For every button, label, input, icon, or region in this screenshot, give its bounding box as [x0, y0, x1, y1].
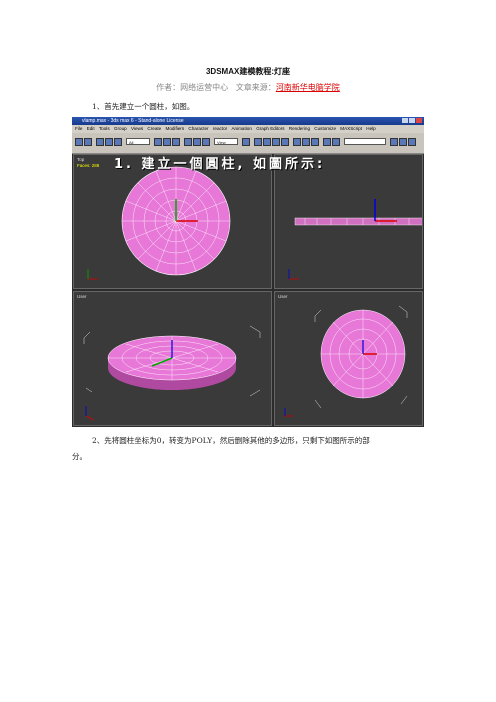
close-icon[interactable] [416, 118, 422, 123]
link-icon[interactable] [96, 138, 104, 146]
menu-character[interactable]: Character [188, 126, 208, 131]
undo-icon[interactable] [75, 138, 83, 146]
maximize-icon[interactable] [409, 118, 415, 123]
region-icon[interactable] [172, 138, 180, 146]
activeshade-icon[interactable] [408, 138, 416, 146]
step-1-text: 1、首先建立一个圆柱，如图。 [92, 102, 195, 111]
menu-create[interactable]: Create [147, 126, 161, 131]
menu-help[interactable]: Help [366, 126, 375, 131]
window-title: vlamp.max - 3ds max 6 - Stand-alone Lice… [82, 118, 184, 124]
menu-group[interactable]: Group [114, 126, 127, 131]
select-by-name-icon[interactable] [163, 138, 171, 146]
viewport-top[interactable]: Top Faces: 288 [73, 154, 272, 289]
layer-icon[interactable] [293, 138, 301, 146]
menu-customize[interactable]: Customize [314, 126, 336, 131]
main-toolbar: All View [72, 133, 424, 154]
doc-meta: 作者：网络运营中心 文章来源：河南新华电脑学院 [0, 82, 496, 93]
menu-tools[interactable]: Tools [99, 126, 110, 131]
pivot-icon[interactable] [242, 138, 250, 146]
menu-bar: File Edit Tools Group Views Create Modif… [72, 125, 424, 133]
max-screenshot: vlamp.max - 3ds max 6 - Stand-alone Lice… [72, 117, 424, 427]
overlay-caption: 1. 建立一個圓柱, 如圖所示: [114, 157, 326, 172]
select-icon[interactable] [154, 138, 162, 146]
menu-animation[interactable]: Animation [231, 126, 251, 131]
mirror-icon[interactable] [254, 138, 262, 146]
rotate-icon[interactable] [193, 138, 201, 146]
menu-graph-editors[interactable]: Graph Editors [256, 126, 284, 131]
source-label: 文章来源： [235, 83, 276, 92]
material-editor-icon[interactable] [323, 138, 331, 146]
step-2-text-cont: 分。 [72, 452, 87, 461]
selection-filter-dropdown[interactable]: All [126, 138, 150, 145]
window-titlebar: vlamp.max - 3ds max 6 - Stand-alone Lice… [72, 117, 424, 125]
quick-render-icon[interactable] [390, 138, 398, 146]
menu-file[interactable]: File [75, 126, 82, 131]
menu-maxscript[interactable]: MAXScript [340, 126, 362, 131]
named-selection-dropdown[interactable] [344, 138, 386, 145]
reference-coord-dropdown[interactable]: View [214, 138, 238, 145]
top-view-cylinder [87, 166, 231, 280]
source-link[interactable]: 河南新华电脑学院 [276, 83, 340, 92]
viewport-user-left[interactable]: User [73, 291, 272, 426]
user-view-cylinder [83, 325, 261, 421]
minimize-icon[interactable] [402, 118, 408, 123]
schematic-icon[interactable] [311, 138, 319, 146]
front-view-cylinder [288, 199, 422, 280]
curve-editor-icon[interactable] [302, 138, 310, 146]
author-label: 作者：网络运营中心 [156, 83, 229, 92]
render-icon[interactable] [332, 138, 340, 146]
unlink-icon[interactable] [105, 138, 113, 146]
redo-icon[interactable] [84, 138, 92, 146]
scale-icon[interactable] [202, 138, 210, 146]
snap-icon[interactable] [272, 138, 280, 146]
menu-modifiers[interactable]: Modifiers [166, 126, 185, 131]
viewport-user-right[interactable]: User [274, 291, 423, 426]
doc-title: 3DSMAX建模教程:灯座 [205, 67, 290, 76]
viewport-front[interactable] [274, 154, 423, 289]
menu-edit[interactable]: Edit [87, 126, 95, 131]
render-last-icon[interactable] [399, 138, 407, 146]
angle-snap-icon[interactable] [281, 138, 289, 146]
menu-views[interactable]: Views [131, 126, 143, 131]
step-2-text: 2、先将圆柱坐标为0，转变为POLY，然后删除其他的多边形，只剩下如图所示的部 [92, 436, 370, 445]
menu-reactor[interactable]: reactor [213, 126, 227, 131]
align-icon[interactable] [263, 138, 271, 146]
menu-rendering[interactable]: Rendering [289, 126, 310, 131]
move-icon[interactable] [184, 138, 192, 146]
bind-icon[interactable] [114, 138, 122, 146]
persp-view-cylinder [284, 305, 408, 417]
